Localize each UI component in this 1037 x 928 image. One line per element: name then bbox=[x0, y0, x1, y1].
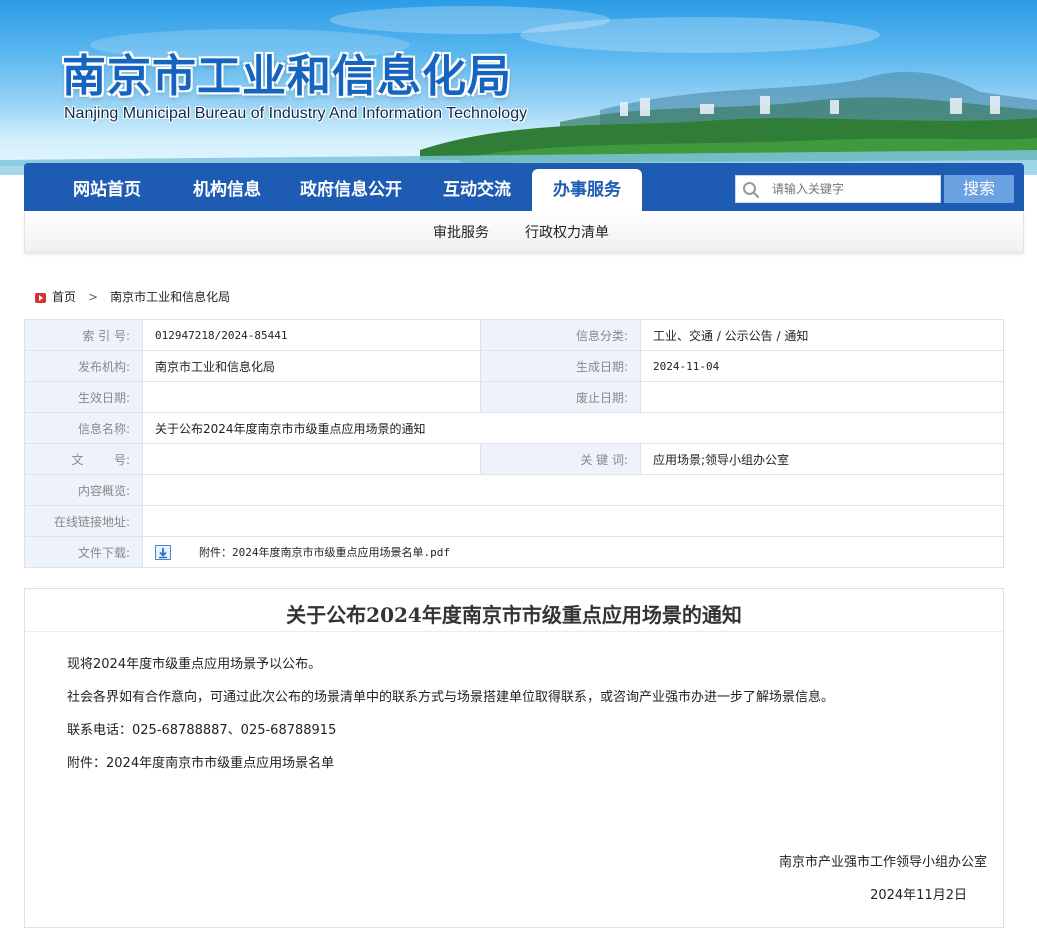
search-icon bbox=[743, 182, 760, 199]
effective-value bbox=[142, 381, 481, 413]
home-icon bbox=[35, 292, 46, 303]
article-paragraph: 现将2024年度市级重点应用场景予以公布。 bbox=[67, 657, 322, 672]
overview-label: 内容概览: bbox=[24, 474, 143, 506]
breadcrumb-current[interactable]: 南京市工业和信息化局 bbox=[110, 290, 230, 304]
site-title: 南京市工业和信息化局 bbox=[62, 51, 512, 102]
table-row: 索 引 号: 012947218/2024-85441 信息分类: 工业、交通 … bbox=[24, 319, 1004, 351]
category-value: 工业、交通 / 公示公告 / 通知 bbox=[640, 319, 1004, 351]
expiry-value bbox=[640, 381, 1004, 413]
article-paragraph: 附件：2024年度南京市市级重点应用场景名单 bbox=[67, 756, 335, 771]
search-input[interactable] bbox=[772, 179, 937, 199]
nav-interaction[interactable]: 互动交流 bbox=[422, 169, 532, 211]
table-row: 发布机构: 南京市工业和信息化局 生成日期: 2024-11-04 bbox=[24, 350, 1004, 382]
name-label: 信息名称: bbox=[24, 412, 143, 444]
table-row: 文 号: 关 键 词: 应用场景;领导小组办公室 bbox=[24, 443, 1004, 475]
table-row: 内容概览: bbox=[24, 474, 1004, 506]
breadcrumb: 首页 > 南京市工业和信息化局 bbox=[35, 288, 230, 305]
download-label: 文件下载: bbox=[24, 536, 143, 568]
table-row: 文件下载: 附件：2024年度南京市市级重点应用场景名单.pdf bbox=[24, 536, 1004, 568]
index-label: 索 引 号: bbox=[24, 319, 143, 351]
table-row: 信息名称: 关于公布2024年度南京市市级重点应用场景的通知 bbox=[24, 412, 1004, 444]
link-value bbox=[142, 505, 1004, 537]
name-value: 关于公布2024年度南京市市级重点应用场景的通知 bbox=[142, 412, 1004, 444]
table-row: 在线链接地址: bbox=[24, 505, 1004, 537]
subnav-approval[interactable]: 审批服务 bbox=[433, 222, 489, 242]
download-icon[interactable] bbox=[155, 545, 171, 560]
article-date: 2024年11月2日 bbox=[870, 888, 967, 903]
article-paragraph: 联系电话：025-68788887、025-68788915 bbox=[67, 723, 337, 738]
docno-value bbox=[142, 443, 481, 475]
category-label: 信息分类: bbox=[480, 319, 641, 351]
download-cell: 附件：2024年度南京市市级重点应用场景名单.pdf bbox=[142, 536, 1004, 568]
article-signature: 南京市产业强市工作领导小组办公室 bbox=[778, 855, 987, 870]
created-value: 2024-11-04 bbox=[640, 350, 1004, 382]
breadcrumb-home[interactable]: 首页 bbox=[52, 290, 76, 304]
table-row: 生效日期: 废止日期: bbox=[24, 381, 1004, 413]
article: 关于公布2024年度南京市市级重点应用场景的通知 现将2024年度市级重点应用场… bbox=[24, 588, 1004, 928]
effective-label: 生效日期: bbox=[24, 381, 143, 413]
search-box bbox=[735, 175, 941, 203]
publisher-value: 南京市工业和信息化局 bbox=[142, 350, 481, 382]
main-nav: 网站首页 机构信息 政府信息公开 互动交流 办事服务 搜索 bbox=[24, 163, 1024, 211]
publisher-label: 发布机构: bbox=[24, 350, 143, 382]
download-link[interactable]: 附件：2024年度南京市市级重点应用场景名单.pdf bbox=[199, 546, 450, 559]
nav-services[interactable]: 办事服务 bbox=[532, 169, 642, 211]
nav-home[interactable]: 网站首页 bbox=[52, 169, 162, 211]
keywords-label: 关 键 词: bbox=[480, 443, 641, 475]
nav-gov-info[interactable]: 政府信息公开 bbox=[286, 169, 416, 211]
title-divider bbox=[25, 631, 1003, 632]
article-title: 关于公布2024年度南京市市级重点应用场景的通知 bbox=[286, 603, 742, 627]
keywords-value: 应用场景;领导小组办公室 bbox=[640, 443, 1004, 475]
chevron-right-icon: > bbox=[88, 289, 99, 304]
expiry-label: 废止日期: bbox=[480, 381, 641, 413]
subnav-power-list[interactable]: 行政权力清单 bbox=[525, 222, 609, 242]
search-button[interactable]: 搜索 bbox=[944, 175, 1014, 203]
created-label: 生成日期: bbox=[480, 350, 641, 382]
site-subtitle: Nanjing Municipal Bureau of Industry And… bbox=[64, 105, 528, 122]
overview-value bbox=[142, 474, 1004, 506]
docno-label: 文 号: bbox=[24, 443, 143, 475]
sub-nav: 审批服务 行政权力清单 bbox=[24, 211, 1024, 253]
header-banner: 南京市工业和信息化局 Nanjing Municipal Bureau of I… bbox=[0, 0, 1037, 175]
info-table: 索 引 号: 012947218/2024-85441 信息分类: 工业、交通 … bbox=[24, 319, 1004, 568]
link-label: 在线链接地址: bbox=[24, 505, 143, 537]
article-paragraph: 社会各界如有合作意向，可通过此次公布的场景清单中的联系方式与场景搭建单位取得联系… bbox=[67, 690, 835, 705]
index-value: 012947218/2024-85441 bbox=[142, 319, 481, 351]
nav-org-info[interactable]: 机构信息 bbox=[172, 169, 282, 211]
